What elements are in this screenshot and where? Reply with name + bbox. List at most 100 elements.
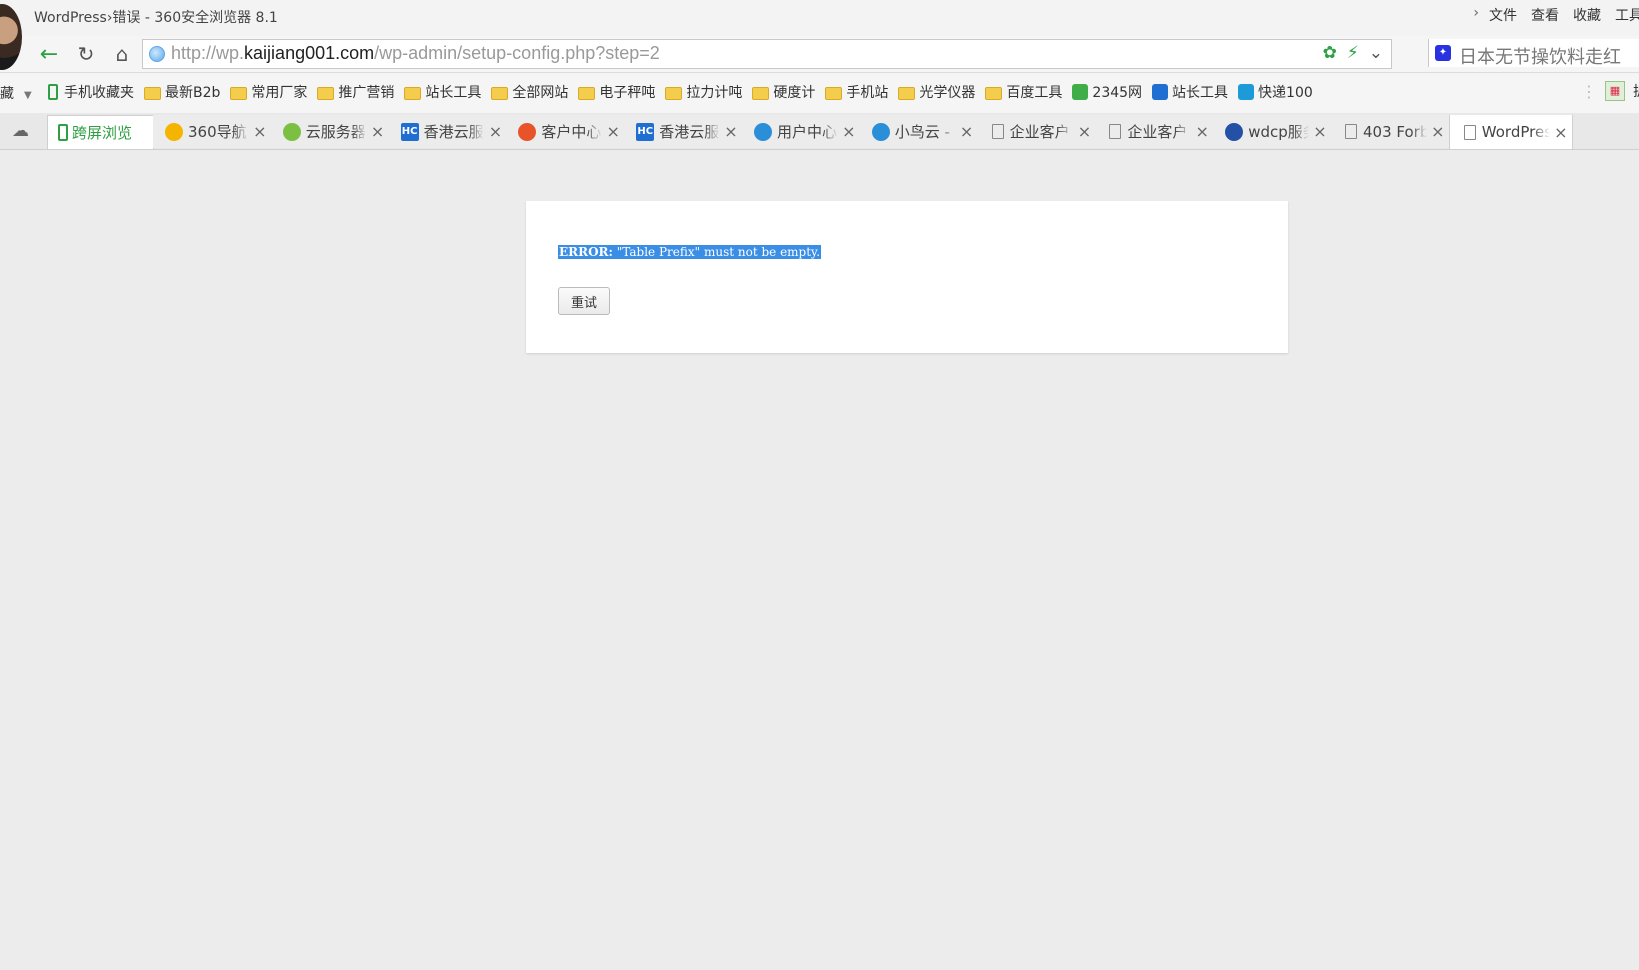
tab-label: 香港云服 xyxy=(659,123,720,141)
reload-icon[interactable]: ↻ xyxy=(73,42,99,66)
bookmark-item[interactable]: 2345网 xyxy=(1072,82,1142,102)
tab-active[interactable]: WordPress× xyxy=(1448,115,1573,149)
bookmark-item[interactable]: 电子秤吨 xyxy=(578,82,655,102)
folder-icon xyxy=(317,86,335,100)
close-icon[interactable]: × xyxy=(1427,122,1449,141)
bookmark-label: 2345网 xyxy=(1092,85,1143,101)
more-dots-icon[interactable]: ⋮ xyxy=(1581,82,1597,101)
tab-label: 香港云服 xyxy=(423,123,484,141)
bookmark-label: 光学仪器 xyxy=(919,85,976,101)
extensions-icon[interactable]: ▦ xyxy=(1605,81,1625,101)
navigation-bar: ← ↻ ⌂ http://wp.kaijiang001.com/wp-admin… xyxy=(0,36,1639,73)
close-icon[interactable]: × xyxy=(1191,122,1213,141)
hc-icon: HC xyxy=(400,122,419,141)
page-icon xyxy=(1463,124,1476,140)
close-icon[interactable]: × xyxy=(367,122,389,141)
extensions-label[interactable]: 扩 xyxy=(1633,81,1639,101)
page-icon xyxy=(1345,124,1357,139)
tab[interactable]: wdcp服务× xyxy=(1213,115,1332,148)
site-globe-icon xyxy=(149,46,165,62)
search-text[interactable]: 日本无节操饮料走红 xyxy=(1459,43,1621,69)
bookmarks-bar: 藏 ▼ 手机收藏夹 最新B2b 常用厂家 推广营销 站长工具 全部网站 电子秤吨 拉力计吨 硬度计… xyxy=(0,73,1639,113)
close-icon[interactable]: × xyxy=(484,122,506,141)
bookmark-item[interactable]: 手机收藏夹 xyxy=(48,82,134,102)
tab-label: 小鸟云 - xyxy=(894,123,950,141)
menu-favorites[interactable]: 收藏 xyxy=(1573,5,1601,25)
bookmark-label: 常用厂家 xyxy=(251,85,308,101)
bookmark-item[interactable]: 站长工具 xyxy=(1152,82,1228,102)
tab[interactable]: 企业客户 × xyxy=(977,115,1097,148)
bookmark-item[interactable]: 常用厂家 xyxy=(230,82,307,102)
bookmark-label: 最新B2b xyxy=(165,85,221,101)
baidu-paw-icon[interactable]: ✦ xyxy=(1435,45,1451,61)
menu-tools[interactable]: 工具 xyxy=(1615,5,1639,25)
home-icon[interactable]: ⌂ xyxy=(109,42,135,66)
folder-icon xyxy=(898,86,916,100)
bookmark-item[interactable]: 快递100 xyxy=(1238,82,1313,102)
close-icon[interactable]: × xyxy=(720,122,742,141)
tab-label: 360导航 xyxy=(188,123,247,141)
chevron-right-icon[interactable]: › xyxy=(1473,5,1479,25)
hc-icon: HC xyxy=(636,122,655,141)
tab[interactable]: 用户中心 × xyxy=(742,115,861,148)
tab-cross-screen[interactable]: 跨屏浏览 xyxy=(47,115,154,149)
top-menu: › 文件 查看 收藏 工具 xyxy=(1473,5,1639,25)
tab[interactable]: HC 香港云服 × xyxy=(388,115,508,148)
nav360-icon xyxy=(165,122,183,141)
address-bar[interactable]: http://wp.kaijiang001.com/wp-admin/setup… xyxy=(142,39,1392,69)
tab-label: 客户中心 xyxy=(541,123,602,141)
tab-label: 企业客户 xyxy=(1127,123,1188,141)
bookmark-item[interactable]: 硬度计 xyxy=(752,82,815,102)
bookmark-item[interactable]: 百度工具 xyxy=(985,82,1062,102)
error-text: "Table Prefix" must not be empty. xyxy=(616,245,821,259)
swirl-icon xyxy=(754,122,772,141)
tab[interactable]: 小鸟云 - × xyxy=(859,115,979,148)
tab-label: 云服务器 xyxy=(305,123,366,141)
folder-icon xyxy=(404,86,422,100)
speed-mode-icon[interactable]: ⚡ xyxy=(1347,43,1359,63)
url-text[interactable]: http://wp.kaijiang001.com/wp-admin/setup… xyxy=(171,43,660,64)
menu-file[interactable]: 文件 xyxy=(1489,5,1517,25)
close-icon[interactable]: × xyxy=(249,122,271,141)
close-icon[interactable]: × xyxy=(1550,123,1572,142)
bookmark-item[interactable]: 光学仪器 xyxy=(898,82,975,102)
bookmarks-menu[interactable]: 藏 ▼ xyxy=(0,83,32,103)
security-shield-icon[interactable]: ✿ xyxy=(1323,43,1337,63)
tab[interactable]: 360导航 × xyxy=(153,115,272,148)
tab[interactable]: 客户中心 × xyxy=(506,115,626,148)
bookmark-item[interactable]: 手机站 xyxy=(825,82,888,102)
title-bar: WordPress›错误 - 360安全浏览器 8.1 › 文件 查看 收藏 工… xyxy=(0,0,1639,70)
bookmark-item[interactable]: 全部网站 xyxy=(491,82,568,102)
tab-strip: ☁ 跨屏浏览 360导航 × 云服务器 × HC 香港云服 × 客户中心 × HC 香港云服 × 用户中… xyxy=(0,113,1639,150)
tab[interactable]: HC 香港云服 × xyxy=(624,115,743,148)
close-icon[interactable]: × xyxy=(1309,122,1331,141)
tab[interactable]: 云服务器 × xyxy=(270,115,390,148)
menu-view[interactable]: 查看 xyxy=(1531,5,1559,25)
bookmark-item[interactable]: 拉力计吨 xyxy=(665,82,742,102)
cloud-service-icon xyxy=(282,122,301,141)
bookmark-item[interactable]: 最新B2b xyxy=(144,82,220,102)
page-icon xyxy=(991,124,1004,139)
page-icon xyxy=(1109,124,1122,139)
bookmark-label: 推广营销 xyxy=(338,85,395,101)
cloud-sync-icon[interactable]: ☁ xyxy=(12,121,34,141)
phone-icon xyxy=(58,124,68,141)
dropdown-chevron-icon[interactable]: ⌄ xyxy=(1369,43,1383,63)
bookmark-label: 硬度计 xyxy=(773,85,816,101)
search-box[interactable]: ✦ 日本无节操饮料走红 xyxy=(1428,39,1639,69)
site-kuaidi-icon xyxy=(1238,84,1255,100)
tab-label: wdcp服务 xyxy=(1248,123,1309,141)
bookmark-label: 站长工具 xyxy=(425,85,482,101)
bookmark-item[interactable]: 推广营销 xyxy=(317,82,394,102)
close-icon[interactable]: × xyxy=(602,122,624,141)
close-icon[interactable]: × xyxy=(838,122,860,141)
tab[interactable]: 403 Forbidden× xyxy=(1331,115,1450,148)
tab[interactable]: 企业客户 × xyxy=(1095,115,1215,148)
wdcp-icon xyxy=(1225,122,1244,141)
close-icon[interactable]: × xyxy=(1073,122,1095,141)
bookmark-label: 全部网站 xyxy=(512,85,569,101)
bookmark-item[interactable]: 站长工具 xyxy=(404,82,481,102)
close-icon[interactable]: × xyxy=(956,122,978,141)
back-arrow-icon[interactable]: ← xyxy=(36,42,62,67)
retry-button[interactable]: 重试 xyxy=(558,287,610,315)
